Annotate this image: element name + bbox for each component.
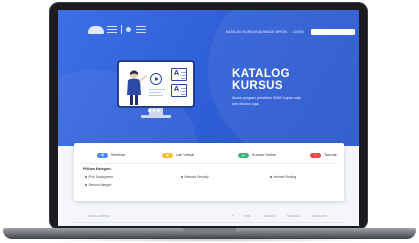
category-internet-routing[interactable]: Internet Routing	[270, 175, 296, 179]
category-network-security[interactable]: Network Security	[181, 175, 209, 179]
hero-title-line-2: KURSUS	[232, 80, 283, 92]
chip-label: Kursus Online	[252, 153, 276, 157]
column-kategori[interactable]: KATEGORI	[312, 215, 327, 218]
table-divider	[74, 222, 344, 223]
document-icon: A	[171, 84, 187, 97]
filter-tutorial[interactable]: ✎ Tutorial	[310, 152, 337, 158]
hero-banner: KATALOG KURSUS ADVANCE WHOIS LOGIN A A K…	[58, 10, 359, 146]
filter-card: Ⓦ Webinar ▣ Lab Virtual ▶ Kursus Online …	[74, 143, 344, 201]
category-ipv6-deployment[interactable]: IPv6 Deployment	[85, 175, 113, 179]
filter-webinar[interactable]: Ⓦ Webinar	[97, 152, 125, 158]
category-label: IPv6 Deployment	[88, 175, 113, 179]
tutorial-badge-icon: ✎	[310, 152, 321, 158]
column-tipe[interactable]: TIPE	[244, 215, 251, 218]
course-table-header: JUDUL KURSUS T TIPE DURASI TANGGAL KATEG…	[74, 214, 344, 222]
site-logo[interactable]	[88, 25, 146, 34]
play-icon	[150, 73, 162, 85]
document-icon: A	[171, 68, 187, 81]
nav-advance-whois[interactable]: ADVANCE WHOIS	[258, 30, 287, 34]
laptop-notch	[183, 228, 236, 233]
category-title: Pilihan Kategori:	[83, 167, 112, 171]
bullet-icon	[85, 184, 87, 186]
laptop-mockup: KATALOG KURSUS ADVANCE WHOIS LOGIN A A K…	[0, 0, 419, 243]
hero-subtitle: Akses program pelatihan IDNIC kapan saja…	[232, 96, 301, 106]
column-t[interactable]: T	[232, 215, 234, 218]
hero-title-line-1: KATALOG	[232, 68, 290, 80]
bullet-icon	[181, 176, 183, 178]
webinar-badge-icon: Ⓦ	[97, 152, 108, 158]
partner-logo	[126, 25, 146, 34]
logo-divider	[121, 25, 122, 34]
logo-wordmark	[107, 25, 117, 34]
nav-katalog-kursus[interactable]: KATALOG KURSUS	[226, 30, 258, 34]
monitor-foot	[141, 115, 171, 118]
idnic-logo-icon	[88, 25, 104, 34]
bullet-icon	[85, 176, 87, 178]
top-navigation: KATALOG KURSUS ADVANCE WHOIS LOGIN	[58, 10, 359, 40]
chip-label: Tutorial	[324, 153, 337, 157]
filter-lab-virtual[interactable]: ▣ Lab Virtual	[162, 152, 194, 158]
chip-label: Lab Virtual	[176, 153, 195, 157]
laptop-screen: KATALOG KURSUS ADVANCE WHOIS LOGIN A A K…	[58, 10, 359, 226]
column-tanggal[interactable]: TANGGAL	[287, 215, 301, 218]
instructor-figure-icon	[127, 70, 147, 105]
carousel-dots[interactable]	[148, 109, 160, 112]
search-input[interactable]	[311, 29, 355, 35]
chip-label: Webinar	[111, 153, 126, 157]
category-semua-kategori[interactable]: Semua Kategori	[85, 183, 111, 187]
card-divider	[80, 163, 338, 164]
hero-title: KATALOG KURSUS	[232, 68, 342, 92]
bullet-icon	[270, 176, 272, 178]
column-judul-kursus[interactable]: JUDUL KURSUS	[88, 215, 110, 218]
category-label: Internet Routing	[273, 175, 297, 179]
column-durasi[interactable]: DURASI	[264, 215, 275, 218]
lab-badge-icon: ▣	[162, 152, 173, 158]
course-badge-icon: ▶	[238, 152, 249, 158]
nav-login[interactable]: LOGIN	[293, 30, 304, 34]
category-label: Semua Kategori	[88, 183, 112, 187]
partner-logo-icon	[126, 27, 131, 32]
filter-kursus-online[interactable]: ▶ Kursus Online	[238, 152, 276, 158]
category-label: Network Security	[184, 175, 209, 179]
